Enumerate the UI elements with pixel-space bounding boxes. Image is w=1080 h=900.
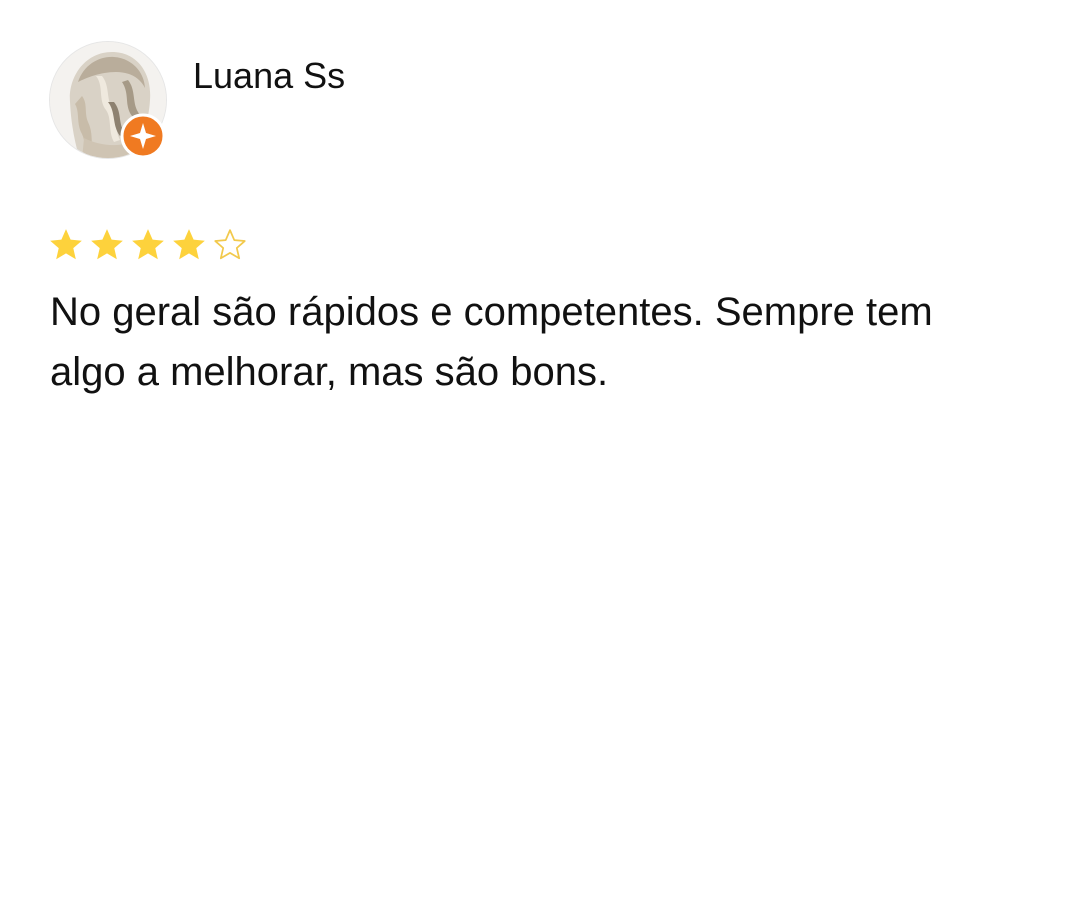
review-card: Luana Ss No geral são rápidos e competen… <box>0 0 1080 900</box>
star-filled-icon <box>91 229 123 260</box>
reviewer-name[interactable]: Luana Ss <box>193 56 345 96</box>
star-filled-icon <box>173 229 205 260</box>
star-rating <box>47 225 252 265</box>
star-outline-icon <box>214 229 246 260</box>
avatar[interactable] <box>49 41 167 159</box>
star-filled-icon <box>50 229 82 260</box>
star-filled-icon <box>132 229 164 260</box>
local-guide-badge-icon <box>120 113 166 159</box>
review-text: No geral são rápidos e competentes. Semp… <box>50 290 933 394</box>
